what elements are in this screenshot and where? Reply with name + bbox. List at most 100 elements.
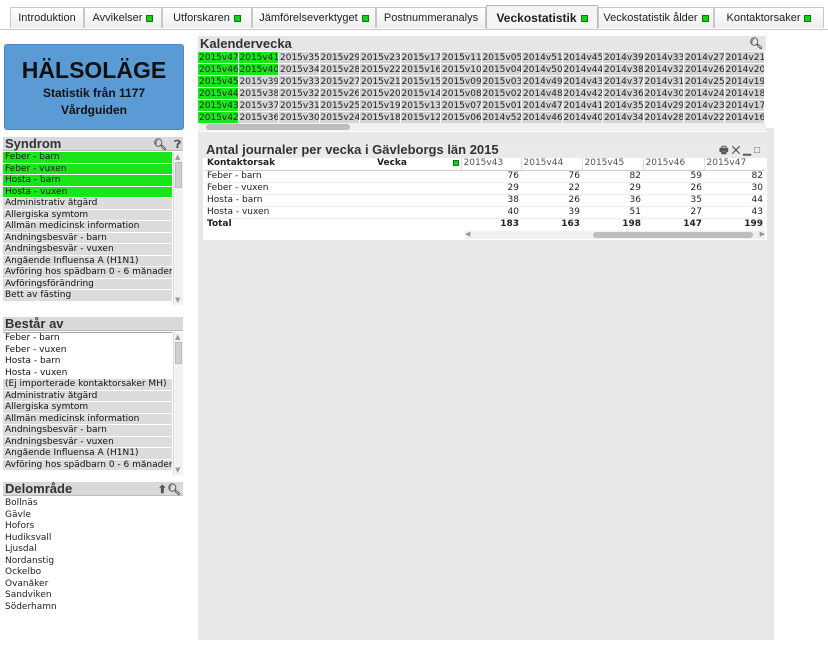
week-cell[interactable]: 2015v41 — [238, 52, 279, 64]
week-cell[interactable]: 2015v27 — [319, 76, 360, 88]
list-item[interactable]: Avföring hos spädbarn 0 - 6 månader — [3, 459, 172, 471]
row-label[interactable]: Hosta - vuxen — [205, 206, 461, 219]
week-cell[interactable]: 2014v36 — [603, 88, 644, 100]
list-item[interactable]: Avföring hos spädbarn 0 - 6 månader — [3, 267, 172, 279]
week-cell[interactable]: 2015v23 — [360, 52, 401, 64]
week-cell[interactable]: 2014v23 — [684, 100, 725, 112]
table-scrollbar[interactable]: ◀ ▶ — [465, 230, 765, 239]
week-cell[interactable]: 2015v01 — [481, 100, 522, 112]
list-item[interactable]: Ljusdal — [3, 544, 181, 556]
week-cell[interactable]: 2014v37 — [603, 76, 644, 88]
search-icon[interactable]: 🔍︎ — [153, 138, 167, 152]
week-cell[interactable]: 2015v28 — [319, 64, 360, 76]
week-cell[interactable]: 2015v33 — [279, 76, 320, 88]
week-cell[interactable]: 2015v20 — [360, 88, 401, 100]
table-row[interactable]: Feber - barn 76 76 82 59 82 — [205, 170, 765, 183]
list-item[interactable]: Avföringsförändring — [3, 278, 172, 290]
week-cell[interactable]: 2014v32 — [643, 64, 684, 76]
week-cell[interactable]: 2015v44 — [198, 88, 239, 100]
list-item[interactable]: Andningsbesvär - barn — [3, 425, 172, 437]
scroll-up-icon[interactable]: ▲ — [175, 333, 180, 341]
help-icon[interactable]: ❓︎ — [174, 138, 181, 152]
list-item[interactable]: Andningsbesvär - vuxen — [3, 244, 172, 256]
week-cell[interactable]: 2014v38 — [603, 64, 644, 76]
row-label[interactable]: Feber - vuxen — [205, 182, 461, 195]
week-cell[interactable]: 2015v02 — [481, 88, 522, 100]
week-cell[interactable]: 2014v30 — [643, 88, 684, 100]
week-cell[interactable]: 2015v37 — [238, 100, 279, 112]
week-cell[interactable]: 2015v16 — [400, 64, 441, 76]
week-cell[interactable]: 2015v29 — [319, 52, 360, 64]
week-cell[interactable]: 2015v26 — [319, 88, 360, 100]
week-cell[interactable]: 2014v49 — [522, 76, 563, 88]
week-cell[interactable]: 2015v11 — [441, 52, 482, 64]
week-cell[interactable]: 2015v40 — [238, 64, 279, 76]
week-cell[interactable]: 2015v38 — [238, 88, 279, 100]
week-cell[interactable]: 2014v51 — [522, 52, 563, 64]
week-cell[interactable]: 2015v03 — [481, 76, 522, 88]
week-header[interactable]: 2015v45 — [581, 158, 643, 171]
list-item[interactable]: Bett av fästing — [3, 290, 172, 302]
week-cell[interactable]: 2014v26 — [684, 64, 725, 76]
list-item[interactable]: (Ej importerade kontaktorsaker MH) — [3, 379, 172, 391]
week-cell[interactable]: 2015v35 — [279, 52, 320, 64]
week-cell[interactable]: 2015v19 — [360, 100, 401, 112]
scroll-up-icon[interactable]: ▲ — [175, 153, 180, 161]
week-cell[interactable]: 2015v31 — [279, 100, 320, 112]
week-cell[interactable]: 2014v48 — [522, 88, 563, 100]
minimize-icon[interactable]: ▁ — [743, 145, 754, 156]
week-cell[interactable]: 2015v25 — [319, 100, 360, 112]
week-cell[interactable]: 2014v41 — [562, 100, 603, 112]
week-cell[interactable]: 2014v17 — [724, 100, 765, 112]
list-item[interactable]: Angående Influensa A (H1N1) — [3, 255, 172, 267]
week-cell[interactable]: 2014v20 — [724, 64, 765, 76]
list-item[interactable]: Feber - barn — [3, 333, 172, 345]
list-item[interactable]: Hosta - barn — [3, 175, 172, 187]
list-item[interactable]: Bollnäs — [3, 498, 181, 510]
list-item[interactable]: Söderhamn — [3, 602, 181, 613]
week-cell[interactable]: 2015v08 — [441, 88, 482, 100]
week-cell[interactable]: 2014v44 — [562, 64, 603, 76]
maximize-icon[interactable]: □ — [754, 145, 763, 156]
tab-utforskaren[interactable]: Utforskaren — [162, 7, 252, 28]
tab-avvikelser[interactable]: Avvikelser — [84, 7, 162, 28]
week-cell[interactable]: 2014v18 — [724, 88, 765, 100]
week-cell[interactable]: 2014v25 — [684, 76, 725, 88]
scroll-left-icon[interactable]: ◀ — [465, 230, 470, 238]
tab-veckostatistik-alder[interactable]: Veckostatistik ålder — [598, 7, 714, 28]
week-cell[interactable]: 2015v45 — [198, 76, 239, 88]
week-cell[interactable]: 2014v43 — [562, 76, 603, 88]
scroll-right-icon[interactable]: ▶ — [760, 230, 765, 238]
tab-kontaktorsaker[interactable]: Kontaktorsaker — [714, 7, 824, 28]
scroll-down-icon[interactable]: ▼ — [175, 296, 180, 304]
list-item[interactable]: Andningsbesvär - barn — [3, 232, 172, 244]
list-item[interactable]: Feber - barn — [3, 152, 172, 164]
tab-introduktion[interactable]: Introduktion — [10, 7, 84, 28]
list-item[interactable]: Administrativ åtgärd — [3, 390, 172, 402]
list-item[interactable]: Sandviken — [3, 590, 181, 602]
row-label[interactable]: Feber - barn — [205, 170, 461, 183]
week-cell[interactable]: 2015v34 — [279, 64, 320, 76]
list-item[interactable]: Nordanstig — [3, 556, 181, 567]
week-cell[interactable]: 2014v31 — [643, 76, 684, 88]
week-cell[interactable]: 2015v46 — [198, 64, 239, 76]
week-cell[interactable]: 2015v05 — [481, 52, 522, 64]
scroll-down-icon[interactable]: ▼ — [175, 466, 180, 474]
week-cell[interactable]: 2015v32 — [279, 88, 320, 100]
week-cell[interactable]: 2015v04 — [481, 64, 522, 76]
week-cell[interactable]: 2014v27 — [684, 52, 725, 64]
week-cell[interactable]: 2014v19 — [724, 76, 765, 88]
list-item[interactable]: Andningsbesvär - vuxen — [3, 436, 172, 448]
week-header[interactable]: 2015v44 — [520, 158, 582, 171]
column-header-kontaktorsak[interactable]: Kontaktorsak — [205, 158, 375, 171]
list-item[interactable]: Allmän medicinsk information — [3, 413, 172, 425]
table-row[interactable]: Hosta - vuxen 40 39 51 27 43 — [205, 206, 765, 219]
tab-jamforelseverktyget[interactable]: Jämförelseverktyget — [252, 7, 376, 28]
tab-postnummeranalys[interactable]: Postnummeranalys — [376, 7, 486, 28]
print-icon[interactable]: 🖶︎ — [719, 145, 731, 156]
week-cell[interactable]: 2014v39 — [603, 52, 644, 64]
list-item[interactable]: Feber - vuxen — [3, 344, 172, 356]
syndrom-scrollbar[interactable]: ▲ ▼ — [173, 152, 183, 305]
list-item[interactable]: Hosta - barn — [3, 356, 172, 368]
week-cell[interactable]: 2015v47 — [198, 52, 239, 64]
